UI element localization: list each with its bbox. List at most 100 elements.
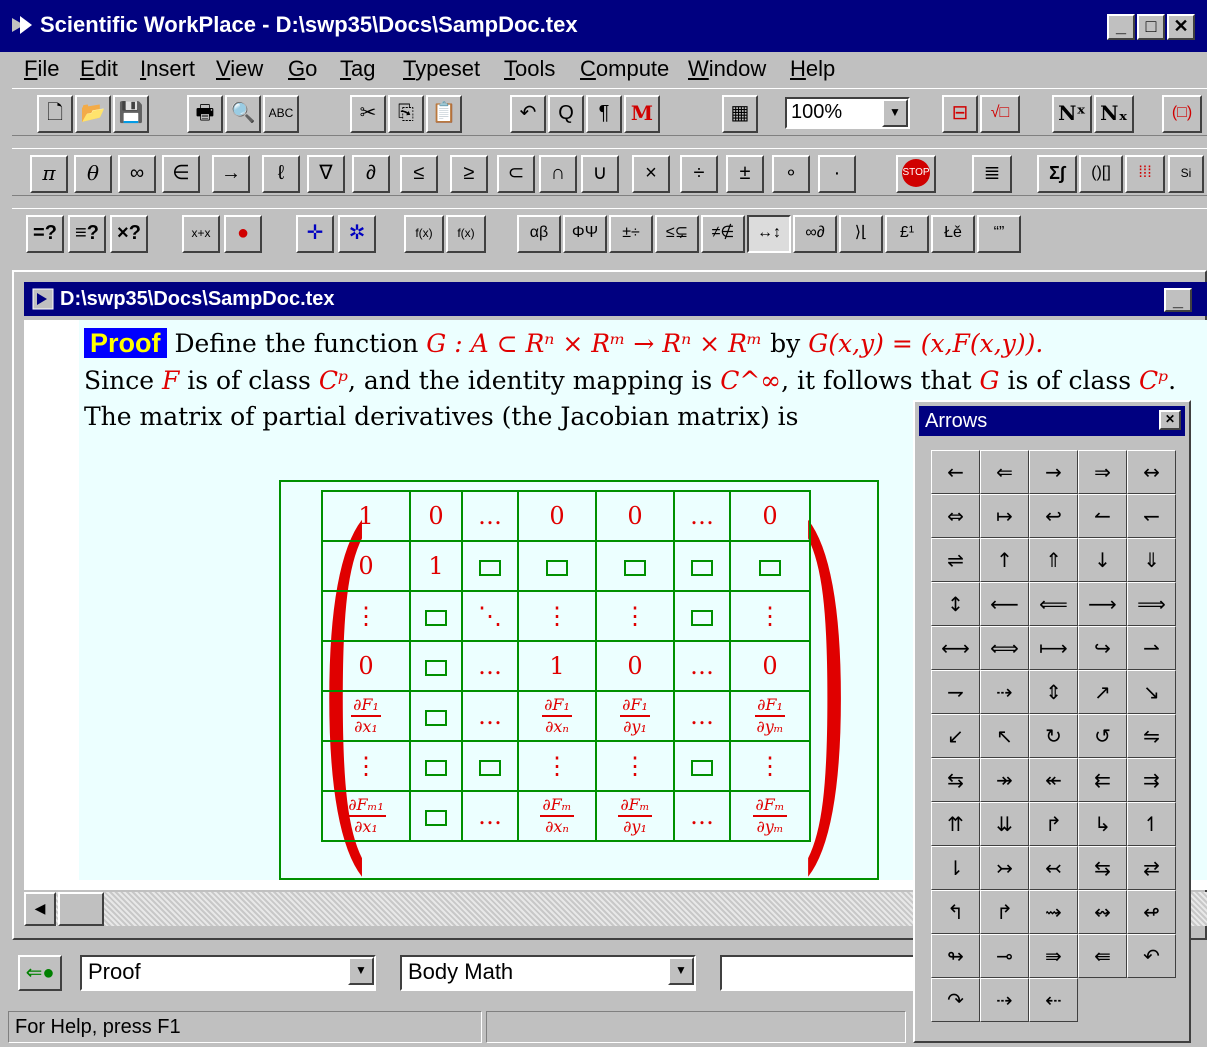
- matrix-cell[interactable]: ∂F₁ ∂xₙ: [517, 690, 597, 742]
- define-icon[interactable]: f(x): [404, 215, 444, 253]
- evaluate-icon[interactable]: =?: [26, 215, 64, 253]
- print-preview-icon[interactable]: 🔍: [225, 95, 261, 133]
- matrix-cell[interactable]: …: [461, 690, 519, 742]
- matrix-cell[interactable]: ⋮: [595, 590, 675, 642]
- arrow-symbol-button[interactable]: ↰: [931, 890, 980, 934]
- arrows-icon[interactable]: ↔↕: [747, 215, 791, 253]
- superscript-icon[interactable]: Nˣ: [1052, 95, 1092, 133]
- menu-insert[interactable]: Insert: [140, 56, 195, 82]
- matrix-cell[interactable]: ⋮: [321, 740, 411, 792]
- matrix-cell[interactable]: [729, 540, 811, 592]
- show-definitions-icon[interactable]: f(x): [446, 215, 486, 253]
- arrow-symbol-button[interactable]: ↱: [1029, 802, 1078, 846]
- arrow-symbol-button[interactable]: ⊸: [980, 934, 1029, 978]
- binary-operations-icon[interactable]: ±÷: [609, 215, 653, 253]
- matrix-cell[interactable]: 0: [595, 640, 675, 692]
- partial-button[interactable]: ∂: [352, 155, 390, 193]
- stop-icon[interactable]: STOP: [896, 155, 936, 193]
- arrow-symbol-button[interactable]: ←: [931, 450, 980, 494]
- matrix-cell[interactable]: ⋮: [321, 590, 411, 642]
- back-icon[interactable]: ⇐●: [18, 955, 62, 991]
- union-button[interactable]: ∪: [581, 155, 619, 193]
- arrow-symbol-button[interactable]: ⇢: [980, 978, 1029, 1022]
- quotes-icon[interactable]: “”: [977, 215, 1021, 253]
- negated-relations-icon[interactable]: ≠∉: [701, 215, 745, 253]
- geq-button[interactable]: ≥: [450, 155, 488, 193]
- find-icon[interactable]: Q: [548, 95, 584, 133]
- matrix-cell[interactable]: [409, 690, 463, 742]
- arrow-symbol-button[interactable]: ⟷: [931, 626, 980, 670]
- arrow-symbol-button[interactable]: ↣: [980, 846, 1029, 890]
- element-of-button[interactable]: ∈: [162, 155, 200, 193]
- arrow-symbol-button[interactable]: ↭: [1078, 890, 1127, 934]
- menu-edit[interactable]: Edit: [80, 56, 118, 82]
- matrix-cell[interactable]: [461, 540, 519, 592]
- factor-icon[interactable]: ×?: [110, 215, 148, 253]
- arrow-symbol-button[interactable]: ⟼: [1029, 626, 1078, 670]
- matrix-cell[interactable]: 0: [321, 540, 411, 592]
- arrow-symbol-button[interactable]: ⇚: [1078, 934, 1127, 978]
- matrix-cell[interactable]: ⋮: [729, 590, 811, 642]
- times-button[interactable]: ×: [632, 155, 670, 193]
- delimiters-icon[interactable]: ⟩⌊: [839, 215, 883, 253]
- matrix-cell[interactable]: …: [461, 790, 519, 842]
- paragraph-icon[interactable]: ¶: [586, 95, 622, 133]
- jacobian-matrix[interactable]: ( ) 1 0… 0 0… 0 0 1 ⋮ ⋱ ⋮ ⋮ ⋮ 0… 1 0… 0 ∂F₁ ∂x₁… ∂F₁ ∂xₙ ∂F₁…: [279, 480, 879, 880]
- matrix-cell[interactable]: ⋮: [517, 590, 597, 642]
- pi-button[interactable]: π: [30, 155, 68, 193]
- table-icon[interactable]: ▦: [722, 95, 758, 133]
- matrix-cell[interactable]: [517, 540, 597, 592]
- matrix-cell[interactable]: …: [673, 690, 731, 742]
- matrix-cell[interactable]: …: [673, 790, 731, 842]
- brackets-group-icon[interactable]: ()[]: [1079, 155, 1123, 193]
- arrow-symbol-button[interactable]: ↩: [1029, 494, 1078, 538]
- arrow-symbol-button[interactable]: ↕: [931, 582, 980, 626]
- display-icon[interactable]: ≣: [972, 155, 1012, 193]
- theta-button[interactable]: θ: [74, 155, 112, 193]
- zoom-select[interactable]: 100% ▼: [785, 97, 910, 129]
- arrow-symbol-button[interactable]: ↫: [1127, 890, 1176, 934]
- arrow-symbol-button[interactable]: ⇋: [1127, 714, 1176, 758]
- empty-input-box[interactable]: [691, 759, 713, 776]
- close-icon[interactable]: ✕: [1159, 410, 1181, 430]
- arrow-symbol-button[interactable]: ⇒: [1078, 450, 1127, 494]
- matrix-cell[interactable]: …: [673, 640, 731, 692]
- print-icon[interactable]: 🖶: [187, 95, 223, 133]
- solve-icon[interactable]: x+x: [182, 215, 220, 253]
- section-tag-select[interactable]: Proof ▼: [80, 955, 376, 991]
- save-icon[interactable]: 💾: [113, 95, 149, 133]
- accented-letters-icon[interactable]: Łě: [931, 215, 975, 253]
- empty-input-box[interactable]: [425, 759, 447, 776]
- matrix-cell[interactable]: [409, 640, 463, 692]
- arrow-symbol-button[interactable]: ⇐: [980, 450, 1029, 494]
- arrow-symbol-button[interactable]: ↙: [931, 714, 980, 758]
- matrix-cell[interactable]: ∂Fₘ ∂y₁: [595, 790, 675, 842]
- arrow-symbol-button[interactable]: ↺: [1078, 714, 1127, 758]
- matrix-cell[interactable]: 0: [729, 490, 811, 542]
- arrow-symbol-button[interactable]: ⇕: [1029, 670, 1078, 714]
- sum-integral-icon[interactable]: Σ∫: [1037, 155, 1077, 193]
- matrix-cell[interactable]: [409, 790, 463, 842]
- empty-input-box[interactable]: [691, 559, 713, 576]
- matrix-cell[interactable]: 0: [517, 490, 597, 542]
- nabla-button[interactable]: ∇: [307, 155, 345, 193]
- compose-button[interactable]: ∘: [772, 155, 810, 193]
- arrow-symbol-button[interactable]: ↷: [931, 978, 980, 1022]
- close-button[interactable]: ✕: [1167, 14, 1195, 40]
- chevron-down-icon[interactable]: ▼: [348, 957, 374, 985]
- arrow-symbol-button[interactable]: ↶: [1127, 934, 1176, 978]
- matrix-cell[interactable]: ∂F₁ ∂yₘ: [729, 690, 811, 742]
- greek-upper-icon[interactable]: ΦΨ: [563, 215, 607, 253]
- matrix-cell[interactable]: ∂Fₘ₁ ∂x₁: [321, 790, 411, 842]
- matrix-cell[interactable]: 0: [729, 640, 811, 692]
- matrix-cell[interactable]: ∂F₁ ∂y₁: [595, 690, 675, 742]
- arrow-symbol-button[interactable]: ⇓: [1127, 538, 1176, 582]
- plot-3d-icon[interactable]: ✲: [338, 215, 376, 253]
- matrix-cell[interactable]: …: [673, 490, 731, 542]
- ell-button[interactable]: ℓ: [262, 155, 300, 193]
- arrow-symbol-button[interactable]: ↔: [1127, 450, 1176, 494]
- menu-tag[interactable]: Tag: [340, 56, 375, 82]
- arrow-symbol-button[interactable]: ↓: [1078, 538, 1127, 582]
- arrow-symbol-button[interactable]: ⇠: [1029, 978, 1078, 1022]
- intersection-button[interactable]: ∩: [539, 155, 577, 193]
